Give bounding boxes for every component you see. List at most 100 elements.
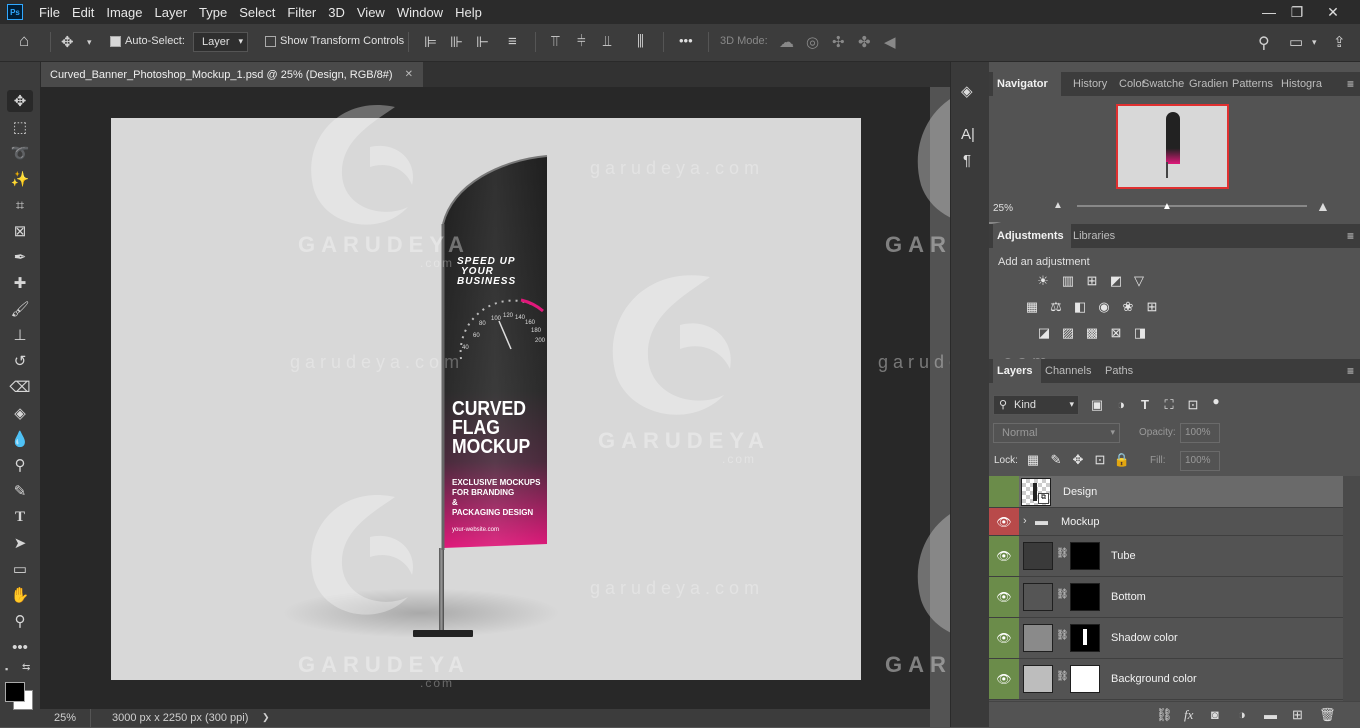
layer-row-mockup[interactable]: 👁 › ▬ Mockup [989, 508, 1343, 536]
selective-color-icon[interactable]: ⊠ [1107, 324, 1125, 342]
menu-layer[interactable]: Layer [149, 5, 194, 20]
gradient-map-icon[interactable]: ◨ [1131, 324, 1149, 342]
distribute-horizontal-icon[interactable]: ≡ [508, 33, 517, 50]
move-tool-icon[interactable]: ✥ [7, 90, 33, 112]
color-balance-icon[interactable]: ⚖ [1047, 298, 1065, 316]
share-icon[interactable]: ⇪ [1333, 33, 1346, 51]
3d-roll-icon[interactable]: ◎ [806, 33, 819, 51]
eye-icon[interactable]: 👁 [989, 508, 1019, 535]
document-tab[interactable]: Curved_Banner_Photoshop_Mockup_1.psd @ 2… [40, 62, 423, 87]
eye-icon[interactable]: 👁 [989, 618, 1019, 658]
history-brush-icon[interactable]: ↺ [7, 350, 33, 372]
filter-pixel-icon[interactable]: ▣ [1088, 396, 1106, 414]
tab-navigator[interactable]: Navigator [993, 72, 1061, 96]
filter-adjustment-icon[interactable]: ◑ [1112, 396, 1130, 414]
healing-brush-icon[interactable]: ✚ [7, 272, 33, 294]
restore-button[interactable]: ❐ [1280, 0, 1314, 24]
blur-tool-icon[interactable]: 💧 [7, 428, 33, 450]
eye-icon[interactable]: 👁 [989, 577, 1019, 617]
align-center-icon[interactable]: ⊪ [450, 33, 463, 51]
mask-icon[interactable]: ◙ [1211, 707, 1219, 722]
black-white-icon[interactable]: ◧ [1071, 298, 1089, 316]
color-lookup-icon[interactable]: ⊞ [1143, 298, 1161, 316]
character-panel-icon[interactable]: A| [961, 126, 975, 143]
tab-swatches[interactable]: Swatche [1138, 72, 1188, 96]
move-tool-preset-icon[interactable]: ✥ [61, 33, 74, 51]
marquee-tool-icon[interactable]: ⬚ [7, 116, 33, 138]
panel-menu-icon[interactable]: ≡ [1347, 77, 1354, 91]
workspace-icon[interactable]: ▭ [1289, 33, 1303, 51]
eye-icon[interactable]: 👁 [989, 659, 1019, 699]
rectangle-tool-icon[interactable]: ▭ [7, 558, 33, 580]
hue-saturation-icon[interactable]: ▦ [1023, 298, 1041, 316]
blend-mode-dropdown[interactable]: Normal ▾ [993, 423, 1120, 443]
frame-tool-icon[interactable]: ⊠ [7, 220, 33, 242]
folder-icon[interactable]: ▬ [1264, 707, 1277, 722]
more-options-button[interactable]: ••• [679, 33, 693, 48]
show-transform-controls-checkbox[interactable] [265, 36, 276, 47]
photo-filter-icon[interactable]: ◉ [1095, 298, 1113, 316]
tab-libraries[interactable]: Libraries [1069, 224, 1119, 248]
3d-slide-icon[interactable]: ✤ [858, 33, 871, 51]
menu-edit[interactable]: Edit [66, 5, 100, 20]
align-right-icon[interactable]: ⊩ [476, 33, 489, 51]
filter-toggle-icon[interactable]: ● [1207, 392, 1225, 410]
document-canvas[interactable]: SPEED UP YOUR BUSINESS 40 60 80 100 120 … [111, 118, 861, 680]
type-tool-icon[interactable]: T [7, 506, 33, 528]
menu-select[interactable]: Select [233, 5, 281, 20]
layer-row-bottom[interactable]: 👁 ⛓ Bottom [989, 577, 1343, 618]
filter-smart-object-icon[interactable]: ⊡ [1184, 396, 1202, 414]
menu-3d[interactable]: 3D [322, 5, 351, 20]
home-icon[interactable]: ⌂ [19, 31, 29, 51]
magic-wand-icon[interactable]: ✨ [7, 168, 33, 190]
brush-tool-icon[interactable]: 🖌 [7, 298, 33, 320]
zoom-tool-icon[interactable]: ⚲ [7, 610, 33, 632]
tab-history[interactable]: History [1069, 72, 1111, 96]
navigator-preview[interactable] [1116, 104, 1229, 189]
menu-help[interactable]: Help [449, 5, 488, 20]
path-selection-icon[interactable]: ➤ [7, 532, 33, 554]
zoom-in-icon[interactable]: ▲ [1316, 198, 1330, 214]
3d-panel-icon[interactable]: ◈ [961, 82, 973, 100]
group-expand-chevron-icon[interactable]: › [1023, 515, 1027, 527]
3d-pan-icon[interactable]: ✣ [832, 33, 845, 51]
paint-bucket-icon[interactable]: ◈ [7, 402, 33, 424]
clone-stamp-icon[interactable]: ⊥ [7, 324, 33, 346]
filter-shape-icon[interactable]: ⛶ [1160, 396, 1178, 414]
panel-menu-icon[interactable]: ≡ [1347, 364, 1354, 378]
posterize-icon[interactable]: ▨ [1059, 324, 1077, 342]
layer-row-background-color[interactable]: 👁 ⛓ Background color [989, 659, 1343, 700]
trash-icon[interactable]: 🗑 [1319, 707, 1336, 723]
layer-row-shadow-color[interactable]: 👁 ⛓ Shadow color [989, 618, 1343, 659]
tab-histogram[interactable]: Histogra [1277, 72, 1326, 96]
visibility-toggle-off[interactable] [989, 476, 1019, 507]
link-icon[interactable]: ⛓ [1156, 707, 1173, 723]
tab-adjustments[interactable]: Adjustments [993, 224, 1071, 248]
zoom-slider-thumb[interactable]: ▲ [1162, 201, 1172, 212]
levels-icon[interactable]: ▥ [1059, 272, 1077, 290]
status-zoom[interactable]: 25% [54, 712, 76, 724]
swap-colors-icon[interactable]: ⇆ [22, 662, 30, 673]
align-top-icon[interactable]: ⫪ [551, 33, 559, 50]
foreground-color-swatch[interactable] [5, 682, 25, 702]
auto-select-checkbox[interactable] [110, 36, 121, 47]
lock-transparent-icon[interactable]: ▦ [1024, 451, 1042, 469]
auto-select-target-dropdown[interactable]: Layer ▾ [193, 32, 248, 52]
curves-icon[interactable]: ⊞ [1083, 272, 1101, 290]
new-layer-icon[interactable]: ⊞ [1292, 707, 1303, 723]
align-middle-icon[interactable]: ⫩ [577, 33, 586, 50]
eraser-icon[interactable]: ⌫ [7, 376, 33, 398]
adjustment-icon[interactable]: ◑ [1238, 707, 1246, 722]
menu-filter[interactable]: Filter [281, 5, 322, 20]
chevron-down-icon[interactable]: ▾ [87, 37, 92, 48]
distribute-vertical-icon[interactable]: ⫼ [637, 33, 644, 50]
eye-icon[interactable]: 👁 [989, 536, 1019, 576]
menu-view[interactable]: View [351, 5, 391, 20]
paragraph-panel-icon[interactable]: ¶ [963, 152, 971, 169]
tab-paths[interactable]: Paths [1101, 359, 1137, 383]
align-bottom-icon[interactable]: ⫫ [603, 33, 611, 50]
layer-row-design[interactable]: ⧉ Design [989, 476, 1343, 508]
eyedropper-icon[interactable]: ✒ [7, 246, 33, 268]
navigator-zoom-value[interactable]: 25% [993, 203, 1013, 214]
chevron-down-icon[interactable]: ▾ [1312, 37, 1317, 48]
